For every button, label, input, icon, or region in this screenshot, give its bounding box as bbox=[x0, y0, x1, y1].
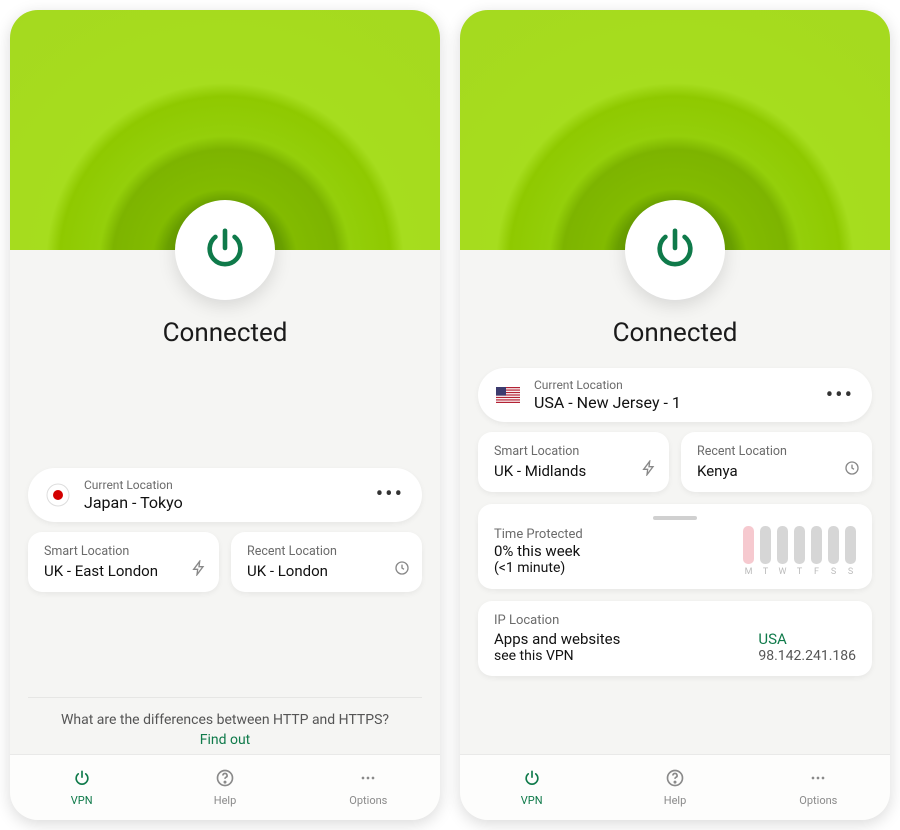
phone-left: Connected Current Location Japan - Tokyo… bbox=[10, 10, 440, 820]
ip-address: 98.142.241.186 bbox=[758, 648, 856, 664]
smart-location-label: Smart Location bbox=[44, 544, 203, 559]
power-icon bbox=[72, 768, 92, 791]
nav-help-label: Help bbox=[664, 794, 687, 807]
current-location-value: Japan - Tokyo bbox=[84, 493, 362, 512]
nav-options[interactable]: Options bbox=[747, 755, 890, 820]
bottom-navbar: VPN Help Options bbox=[460, 754, 890, 820]
drag-handle-icon[interactable] bbox=[653, 516, 697, 520]
hero-gradient bbox=[460, 10, 890, 250]
time-protected-line2: (<1 minute) bbox=[494, 560, 731, 576]
bottom-navbar: VPN Help Options bbox=[10, 754, 440, 820]
power-icon bbox=[652, 225, 698, 275]
day-label: T bbox=[797, 567, 802, 577]
more-icon[interactable]: ••• bbox=[376, 482, 404, 507]
smart-location-card[interactable]: Smart Location UK - East London bbox=[28, 532, 219, 592]
current-location-card[interactable]: Current Location Japan - Tokyo ••• bbox=[28, 468, 422, 522]
nav-vpn[interactable]: VPN bbox=[10, 755, 153, 820]
power-icon bbox=[522, 768, 542, 791]
smart-location-value: UK - East London bbox=[44, 562, 203, 580]
day-label: F bbox=[814, 567, 819, 577]
day-label: S bbox=[848, 567, 853, 577]
time-protected-label: Time Protected bbox=[494, 527, 731, 542]
question-icon bbox=[215, 768, 235, 791]
smart-location-card[interactable]: Smart Location UK - Midlands bbox=[478, 432, 669, 492]
day-label: W bbox=[779, 567, 787, 577]
nav-options[interactable]: Options bbox=[297, 755, 440, 820]
flag-japan-icon bbox=[46, 483, 70, 507]
nav-options-label: Options bbox=[799, 794, 837, 807]
current-location-label: Current Location bbox=[534, 378, 812, 392]
week-bar-chart: M T W T F S S bbox=[743, 526, 856, 577]
content-area: Current Location USA - New Jersey - 1 ••… bbox=[460, 348, 890, 754]
day-label: M bbox=[745, 567, 753, 577]
smart-location-label: Smart Location bbox=[494, 444, 653, 459]
ip-desc-line2: see this VPN bbox=[494, 648, 746, 664]
power-button[interactable] bbox=[625, 200, 725, 300]
nav-help[interactable]: Help bbox=[153, 755, 296, 820]
time-protected-card[interactable]: Time Protected 0% this week (<1 minute) … bbox=[478, 504, 872, 589]
content-area: Current Location Japan - Tokyo ••• Smart… bbox=[10, 348, 440, 754]
more-horizontal-icon bbox=[358, 768, 378, 791]
clock-icon bbox=[844, 460, 860, 480]
tip-question: What are the differences between HTTP an… bbox=[32, 712, 418, 728]
phone-right: Connected Current Location USA - New Jer… bbox=[460, 10, 890, 820]
recent-location-card[interactable]: Recent Location Kenya bbox=[681, 432, 872, 492]
recent-location-label: Recent Location bbox=[247, 544, 406, 559]
tip-link[interactable]: Find out bbox=[32, 732, 418, 748]
more-icon[interactable]: ••• bbox=[826, 383, 854, 408]
nav-options-label: Options bbox=[349, 794, 387, 807]
recent-location-value: UK - London bbox=[247, 562, 406, 580]
ip-location-card[interactable]: IP Location Apps and websites see this V… bbox=[478, 601, 872, 676]
recent-location-card[interactable]: Recent Location UK - London bbox=[231, 532, 422, 592]
day-label: S bbox=[831, 567, 836, 577]
hero-gradient bbox=[10, 10, 440, 250]
current-location-value: USA - New Jersey - 1 bbox=[534, 393, 812, 412]
clock-icon bbox=[394, 560, 410, 580]
tip-panel: What are the differences between HTTP an… bbox=[28, 697, 422, 754]
ip-desc-line1: Apps and websites bbox=[494, 630, 746, 648]
power-button[interactable] bbox=[175, 200, 275, 300]
nav-help[interactable]: Help bbox=[603, 755, 746, 820]
bolt-icon bbox=[641, 460, 657, 480]
smart-location-value: UK - Midlands bbox=[494, 462, 653, 480]
nav-help-label: Help bbox=[214, 794, 237, 807]
connection-status: Connected bbox=[460, 318, 890, 348]
bolt-icon bbox=[191, 560, 207, 580]
connection-status: Connected bbox=[10, 318, 440, 348]
question-icon bbox=[665, 768, 685, 791]
power-icon bbox=[202, 225, 248, 275]
current-location-label: Current Location bbox=[84, 478, 362, 492]
ip-country: USA bbox=[758, 630, 856, 648]
more-horizontal-icon bbox=[808, 768, 828, 791]
current-location-card[interactable]: Current Location USA - New Jersey - 1 ••… bbox=[478, 368, 872, 422]
day-label: T bbox=[763, 567, 768, 577]
nav-vpn-label: VPN bbox=[521, 794, 543, 807]
nav-vpn-label: VPN bbox=[71, 794, 93, 807]
nav-vpn[interactable]: VPN bbox=[460, 755, 603, 820]
recent-location-label: Recent Location bbox=[697, 444, 856, 459]
time-protected-line1: 0% this week bbox=[494, 542, 731, 560]
ip-location-label: IP Location bbox=[494, 613, 856, 628]
flag-usa-icon bbox=[496, 383, 520, 407]
recent-location-value: Kenya bbox=[697, 462, 856, 480]
